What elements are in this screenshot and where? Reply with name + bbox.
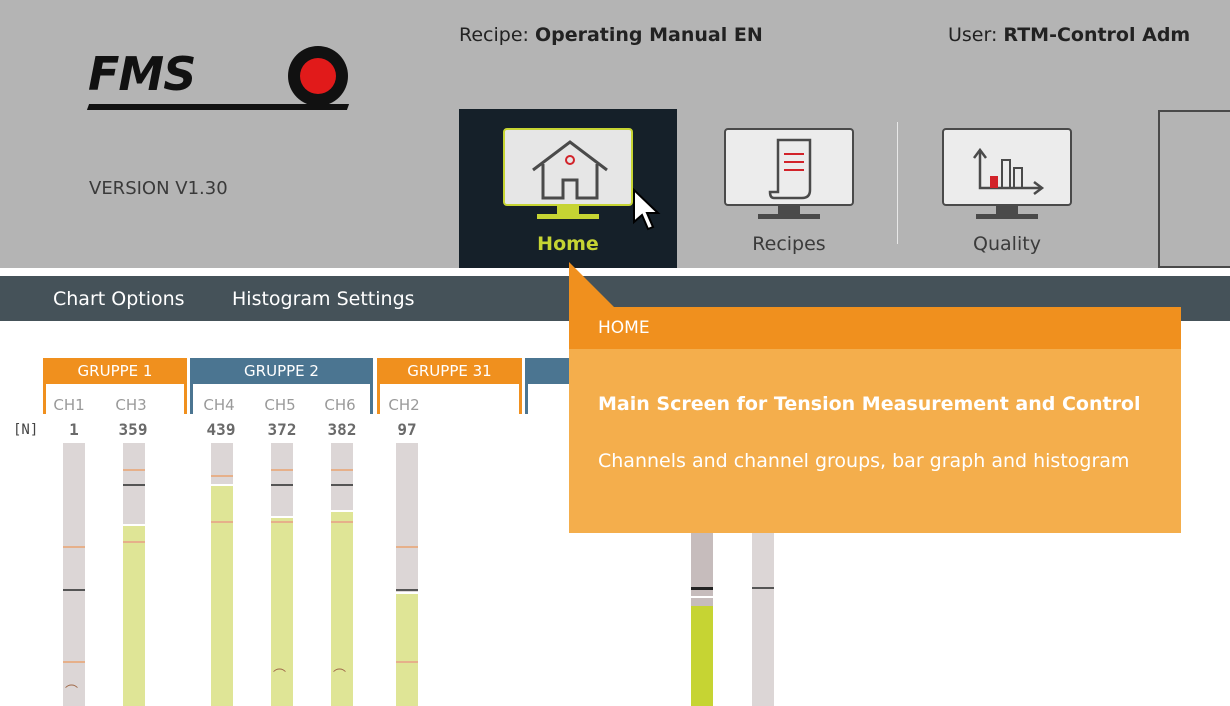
mouse-cursor-icon — [633, 188, 661, 231]
channel-label: CH4 — [203, 396, 235, 414]
limit-line — [123, 469, 145, 471]
tooltip-pointer — [569, 262, 615, 308]
home-icon — [532, 140, 608, 200]
version-label: VERSION V1.30 — [89, 178, 228, 199]
target-line — [63, 589, 85, 591]
recipes-monitor — [724, 128, 854, 206]
break-marker-icon: ⌒ — [273, 669, 287, 684]
limit-line — [331, 469, 353, 471]
nav-quality-button[interactable]: Quality — [898, 109, 1116, 268]
channel-value: 382 — [327, 420, 357, 439]
target-line — [691, 587, 713, 590]
bar-fill — [691, 606, 713, 706]
channel-value: 372 — [267, 420, 297, 439]
home-monitor — [503, 128, 633, 206]
target-line — [752, 587, 774, 589]
break-marker-icon: ⌒ — [333, 669, 347, 684]
target-line — [396, 589, 418, 591]
nav-recipes-button[interactable]: Recipes — [680, 109, 898, 268]
recipes-monitor-base — [758, 214, 820, 219]
recipe-document-icon — [768, 138, 812, 200]
limit-line — [211, 475, 233, 477]
menu-histogram-settings[interactable]: Histogram Settings — [232, 288, 415, 310]
channel-bar[interactable] — [211, 443, 233, 706]
bar-fill-top — [211, 484, 233, 486]
recipes-monitor-stand — [778, 206, 800, 214]
group-frame-4 — [525, 384, 528, 414]
header: FMS VERSION V1.30 Recipe: Operating Manu… — [0, 0, 1230, 268]
limit-line — [123, 541, 145, 543]
logo-bar — [86, 104, 350, 110]
menu-chart-options[interactable]: Chart Options — [53, 288, 185, 310]
tooltip-heading: Main Screen for Tension Measurement and … — [598, 393, 1141, 415]
recipe-value: Operating Manual EN — [534, 24, 763, 46]
break-marker-icon: ⌒ — [65, 685, 79, 700]
home-monitor-base — [537, 214, 599, 219]
limit-line — [396, 661, 418, 663]
channel-bar[interactable]: ⌒ — [271, 443, 293, 706]
user-value: RTM-Control Adm — [1003, 24, 1191, 46]
nav-home-label: Home — [537, 233, 599, 255]
quality-monitor — [942, 128, 1072, 206]
channel-bar[interactable]: ⌒ — [63, 443, 85, 706]
channel-bar-partial[interactable] — [691, 533, 713, 706]
bar-fill — [123, 525, 145, 706]
channel-label: CH3 — [115, 396, 147, 414]
recipe-info: Recipe: Operating Manual EN — [459, 24, 763, 46]
tooltip-header: HOME — [569, 307, 1181, 349]
channel-bar[interactable]: ⌒ — [331, 443, 353, 706]
tooltip-title: HOME — [598, 318, 650, 338]
group-tab-1[interactable]: GRUPPE 1 — [43, 358, 187, 384]
channel-bar-partial[interactable] — [752, 533, 774, 706]
fms-logo: FMS — [86, 40, 368, 110]
bar-fill — [211, 485, 233, 706]
channel-label: CH5 — [264, 396, 296, 414]
tooltip-body: Main Screen for Tension Measurement and … — [569, 349, 1181, 533]
channel-bar[interactable] — [123, 443, 145, 706]
target-line — [331, 484, 353, 486]
home-monitor-stand — [557, 206, 579, 214]
channel-label: CH1 — [53, 396, 85, 414]
bar-fill — [396, 593, 418, 706]
recipe-label: Recipe: — [459, 24, 529, 46]
bar-fill-top — [331, 510, 353, 512]
limit-line — [271, 469, 293, 471]
bar-fill-top — [396, 592, 418, 594]
channel-value: 1 — [69, 420, 79, 439]
limit-line — [271, 521, 293, 523]
channel-value: 97 — [397, 420, 417, 439]
target-line — [271, 484, 293, 486]
limit-line — [63, 661, 85, 663]
user-info: User: RTM-Control Adm — [948, 24, 1190, 46]
group-tab-2[interactable]: GRUPPE 2 — [190, 358, 373, 384]
logo-text: FMS — [88, 47, 196, 101]
logo-dot-icon — [288, 46, 348, 106]
bar-fill-top — [691, 596, 713, 598]
bar-fill-top — [271, 516, 293, 518]
quality-monitor-stand — [996, 206, 1018, 214]
group-tab-31[interactable]: GRUPPE 31 — [377, 358, 522, 384]
nav-recipes-label: Recipes — [752, 233, 826, 255]
unit-label: [N] — [13, 422, 39, 438]
limit-line — [331, 521, 353, 523]
quality-monitor-base — [976, 214, 1038, 219]
channel-bar[interactable] — [396, 443, 418, 706]
channel-value: 359 — [118, 420, 148, 439]
limit-line — [396, 546, 418, 548]
tooltip-description: Channels and channel groups, bar graph a… — [598, 450, 1130, 472]
quality-chart-icon — [973, 147, 1045, 195]
nav-next-button-partial[interactable] — [1158, 110, 1230, 268]
limit-line — [211, 521, 233, 523]
channel-label: CH2 — [388, 396, 420, 414]
target-line — [123, 484, 145, 486]
channel-value: 439 — [206, 420, 236, 439]
channel-label: CH6 — [324, 396, 356, 414]
user-label: User: — [948, 24, 998, 46]
nav-quality-label: Quality — [973, 233, 1041, 255]
limit-line — [63, 546, 85, 548]
bar-fill-top — [123, 524, 145, 526]
